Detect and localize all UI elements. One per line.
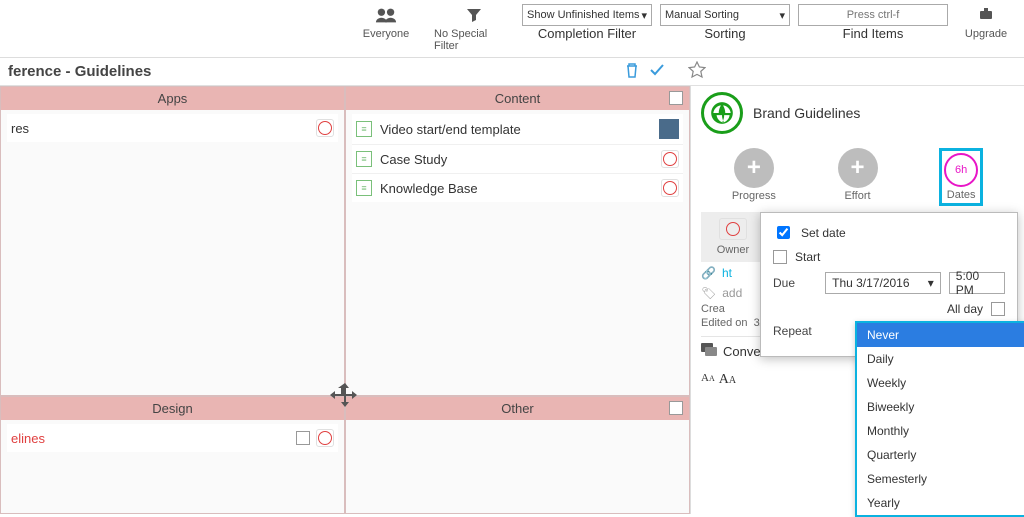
completion-filter-label: Completion Filter <box>538 26 636 41</box>
effort-button[interactable]: + Effort <box>838 148 878 206</box>
smiley-icon <box>719 218 747 240</box>
move-cross-icon[interactable] <box>330 381 360 411</box>
filter-everyone[interactable]: Everyone <box>346 4 426 40</box>
all-day-checkbox[interactable] <box>991 302 1005 316</box>
star-icon[interactable] <box>688 61 706 82</box>
set-date-checkbox[interactable] <box>777 226 790 239</box>
filter-special-label: No Special Filter <box>434 28 514 52</box>
trash-icon[interactable] <box>624 61 640 82</box>
quadrant-content-header: Content <box>346 87 689 110</box>
start-checkbox[interactable] <box>773 250 787 264</box>
task-row[interactable]: res <box>7 114 338 142</box>
due-date-input[interactable]: Thu 3/17/2016 ▾ <box>825 272 941 294</box>
task-icon <box>356 180 372 196</box>
quadrant-checkbox[interactable] <box>669 401 683 415</box>
quadrant-design-header: Design <box>1 397 344 420</box>
sorting-select[interactable]: Manual Sorting ▾ <box>660 4 790 26</box>
date-panel: Set date Start Due Thu 3/17/2016 ▾ 5:00 … <box>760 212 1018 357</box>
upgrade-label: Upgrade <box>965 28 1007 40</box>
search-group: Find Items <box>798 4 948 41</box>
quadrant-content: Content Video start/end template Case St… <box>345 86 690 396</box>
task-icon <box>356 121 372 137</box>
page-title: ference - Guidelines <box>8 63 151 80</box>
quadrant-apps-header: Apps <box>1 87 344 110</box>
task-row[interactable]: Knowledge Base <box>352 174 683 202</box>
dates-badge: 6h <box>944 153 978 187</box>
complete-icon[interactable] <box>648 61 666 82</box>
task-label: Case Study <box>380 152 447 167</box>
search-label: Find Items <box>843 26 904 41</box>
chevron-down-icon: ▾ <box>928 276 934 290</box>
sorting-label: Sorting <box>704 26 745 41</box>
repeat-option[interactable]: Yearly <box>857 491 1024 515</box>
smiley-icon <box>316 119 334 137</box>
task-label: Knowledge Base <box>380 181 478 196</box>
globe-icon <box>701 92 743 134</box>
quadrant-other-header: Other <box>346 397 689 420</box>
quadrant-checkbox[interactable] <box>669 91 683 105</box>
repeat-option[interactable]: Never <box>857 323 1024 347</box>
smiley-icon <box>661 150 679 168</box>
dates-button[interactable]: 6h Dates <box>939 148 983 206</box>
task-label: Video start/end template <box>380 122 521 137</box>
filter-special[interactable]: No Special Filter <box>434 4 514 52</box>
repeat-option[interactable]: Monthly <box>857 419 1024 443</box>
font-larger-button[interactable]: AA <box>719 372 736 388</box>
repeat-option[interactable]: Quarterly <box>857 443 1024 467</box>
quadrant-design: Design elines <box>0 396 345 514</box>
avatar <box>659 119 679 139</box>
chevron-down-icon: ▾ <box>641 9 647 22</box>
link-icon: 🔗 <box>701 266 716 280</box>
task-checkbox[interactable] <box>296 431 310 445</box>
repeat-option[interactable]: Weekly <box>857 371 1024 395</box>
search-input[interactable] <box>798 4 948 26</box>
repeat-option[interactable]: Biweekly <box>857 395 1024 419</box>
due-time-input[interactable]: 5:00 PM <box>949 272 1005 294</box>
quadrant-apps: Apps res <box>0 86 345 396</box>
quadrant-other: Other <box>345 396 690 514</box>
progress-button[interactable]: + Progress <box>732 148 776 206</box>
completion-filter-select[interactable]: Show Unfinished Items ▾ <box>522 4 652 26</box>
sorting-group: Manual Sorting ▾ Sorting <box>660 4 790 41</box>
smiley-icon <box>661 179 679 197</box>
task-row[interactable]: elines <box>7 424 338 452</box>
upgrade-button[interactable]: Upgrade <box>956 4 1016 40</box>
chat-icon <box>701 343 717 360</box>
tag-icon: 🏷 <box>701 286 716 300</box>
task-label: elines <box>11 431 45 446</box>
upgrade-icon <box>978 4 994 26</box>
task-row[interactable]: Video start/end template <box>352 114 683 145</box>
task-label: res <box>11 121 29 136</box>
task-row[interactable]: Case Study <box>352 145 683 174</box>
owner-box[interactable]: Owner <box>701 212 765 262</box>
font-smaller-button[interactable]: AA <box>701 372 715 388</box>
chevron-down-icon: ▾ <box>779 9 785 22</box>
funnel-icon <box>466 4 482 26</box>
repeat-option[interactable]: Semesterly <box>857 467 1024 491</box>
task-icon <box>356 151 372 167</box>
people-icon <box>375 4 397 26</box>
filter-everyone-label: Everyone <box>363 28 409 40</box>
repeat-option[interactable]: Daily <box>857 347 1024 371</box>
completion-filter-group: Show Unfinished Items ▾ Completion Filte… <box>522 4 652 41</box>
detail-title: Brand Guidelines <box>753 105 860 121</box>
smiley-icon <box>316 429 334 447</box>
repeat-dropdown: Never Daily Weekly Biweekly Monthly Quar… <box>855 321 1024 517</box>
